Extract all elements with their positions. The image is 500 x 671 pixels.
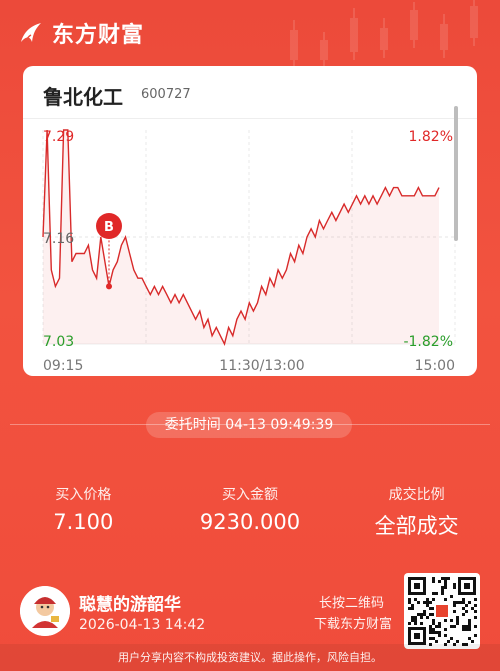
qr-hint-line1: 长按二维码 bbox=[318, 596, 384, 611]
order-time-ribbon: 委托时间 04-13 09:49:39 bbox=[0, 406, 500, 444]
stat-label: 买入金额 bbox=[222, 487, 278, 503]
order-time: 委托时间 04-13 09:49:39 bbox=[146, 412, 352, 438]
stock-card: 鲁北化工 600727 7.29 7.16 7.03 1.82% -1.82% 09:15… bbox=[23, 66, 477, 376]
header: 东方财富 bbox=[0, 0, 500, 70]
y-tick-right: 1.82% bbox=[409, 129, 453, 145]
qr-hint-line2: 下载东方财富 bbox=[313, 617, 392, 632]
stat-label: 买入价格 bbox=[55, 487, 112, 503]
y-tick-right: -1.82% bbox=[403, 334, 453, 350]
share-time: 2026-04-13 14:42 bbox=[79, 617, 206, 633]
x-tick: 09:15 bbox=[43, 358, 83, 374]
y-tick-left: 7.16 bbox=[43, 231, 74, 247]
brand-logo-icon bbox=[21, 23, 41, 43]
y-tick-left: 7.29 bbox=[43, 129, 74, 145]
order-stats: 买入价格 7.100 买入金额 9230.000 成交比例 全部成交 bbox=[0, 484, 500, 540]
y-tick-left: 7.03 bbox=[43, 334, 74, 350]
stat-buy-price: 买入价格 7.100 bbox=[0, 484, 167, 540]
brand-logo: 东方财富 bbox=[18, 17, 144, 49]
x-tick: 11:30/13:00 bbox=[219, 358, 304, 374]
marker-label: B bbox=[104, 220, 114, 235]
x-tick: 15:00 bbox=[415, 358, 455, 374]
intraday-chart: 7.29 7.16 7.03 1.82% -1.82% 09:15 11:30/13:00 1… bbox=[42, 106, 458, 374]
user-name: 聪慧的游韶华 bbox=[79, 595, 181, 615]
stat-value: 全部成交 bbox=[374, 514, 459, 538]
scrollbar-thumb bbox=[454, 106, 458, 241]
avatar-icon bbox=[20, 586, 70, 636]
disclaimer: 用户分享内容不构成投资建议。据此操作，风险自担。 bbox=[0, 644, 500, 671]
stat-label: 成交比例 bbox=[388, 487, 445, 503]
qr-code-icon[interactable] bbox=[404, 573, 480, 649]
stat-value: 9230.000 bbox=[199, 510, 301, 534]
decorative-candles bbox=[290, 0, 478, 68]
stat-fill-ratio: 成交比例 全部成交 bbox=[333, 484, 500, 540]
brand-name: 东方财富 bbox=[52, 23, 145, 48]
stat-buy-amount: 买入金额 9230.000 bbox=[167, 484, 334, 540]
marker-point bbox=[106, 283, 112, 290]
avatar[interactable] bbox=[20, 586, 70, 636]
stat-value: 7.100 bbox=[53, 510, 114, 534]
